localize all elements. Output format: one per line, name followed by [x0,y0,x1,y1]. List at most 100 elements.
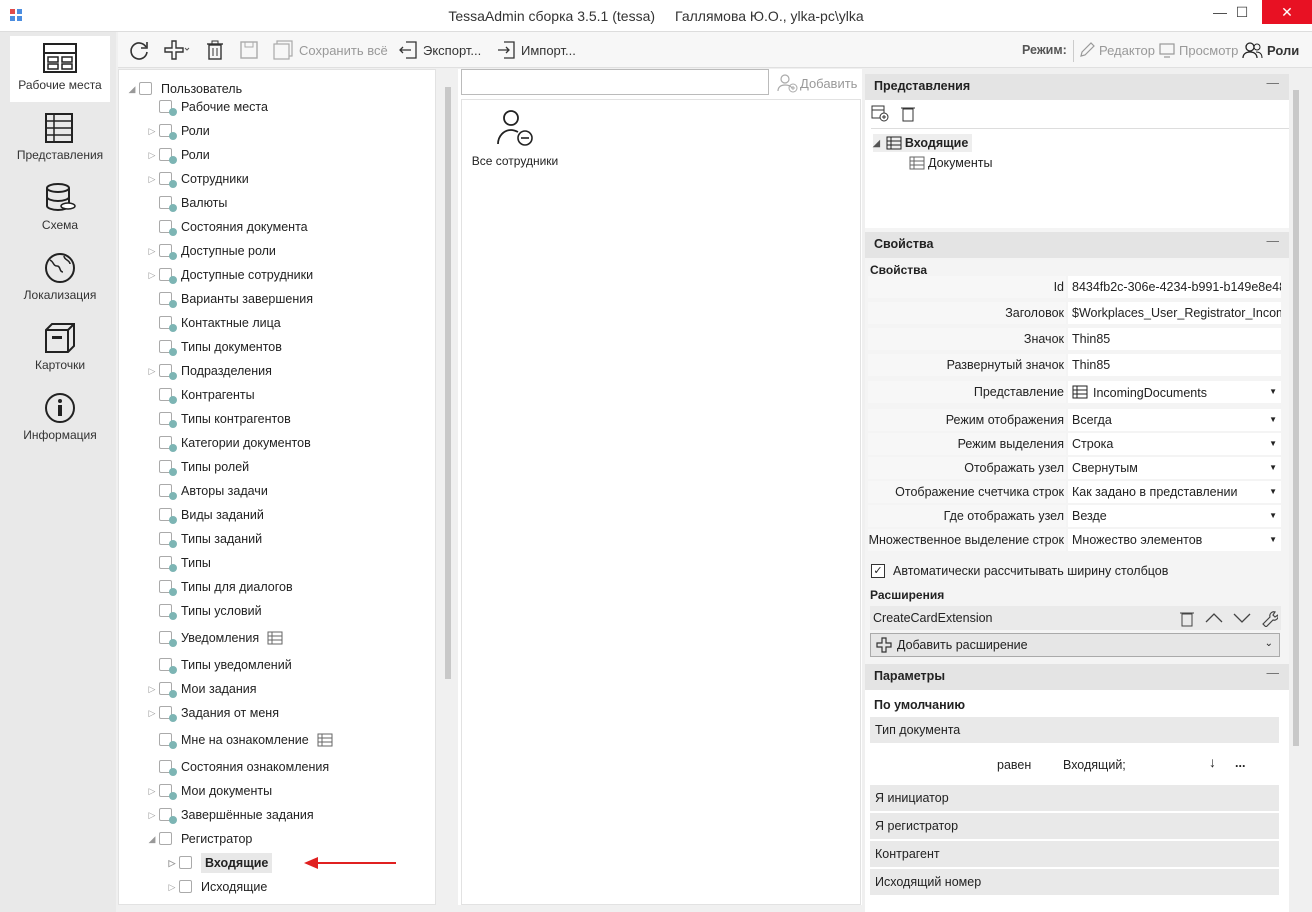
nav-schema[interactable]: Схема [10,176,110,242]
expand-arrow-icon[interactable]: ▷ [167,882,177,893]
property-value[interactable]: Множество элементов ▼ [1068,529,1281,551]
expand-arrow-icon[interactable]: ▷ [147,708,157,719]
dropdown-arrow-icon[interactable]: ▼ [1269,511,1277,520]
props-scrollbar[interactable] [1289,74,1303,912]
tree-item[interactable]: ▷ Завершённые задания [147,804,314,826]
mode-preview-button[interactable]: Просмотр [1158,38,1238,62]
nav-views[interactable]: Представления [10,106,110,172]
nav-workplaces[interactable]: Рабочие места [10,36,110,102]
wrench-icon[interactable] [1260,609,1278,627]
scroll-thumb[interactable] [1293,90,1299,746]
add-extension-dropdown[interactable]: Добавить расширение ⌄ [870,633,1280,657]
more-button[interactable]: ... [1235,756,1245,770]
add-button[interactable] [164,38,193,62]
nav-localization[interactable]: Локализация [10,246,110,312]
expand-arrow-icon[interactable]: ▷ [147,786,157,797]
close-button[interactable]: ✕ [1262,0,1312,24]
tree-item[interactable]: Типы контрагентов [147,408,291,430]
tree-item[interactable]: Типы уведомлений [147,654,292,676]
export-button[interactable]: Экспорт... [398,38,481,62]
move-up-icon[interactable] [1204,611,1224,625]
mode-roles-button[interactable]: Роли [1242,38,1299,62]
scroll-thumb[interactable] [445,87,451,679]
maximize-button[interactable]: ☐ [1222,0,1262,24]
tree-item[interactable]: ▷ Доступные роли [147,240,276,262]
dropdown-arrow-icon[interactable]: ▼ [1269,463,1277,472]
tree-item[interactable]: Типы [147,552,211,574]
tree-item[interactable]: ▷ Входящие [167,852,273,874]
trash-icon[interactable] [1178,609,1196,627]
expand-arrow-icon[interactable]: ▷ [147,270,157,281]
nav-info[interactable]: Информация [10,386,110,452]
tree-item[interactable]: Типы ролей [147,456,249,478]
tree-item[interactable]: Варианты завершения [147,288,313,310]
collapse-icon[interactable]: — [1267,76,1280,90]
param-doc-type[interactable]: Тип документа [870,717,1279,743]
tree-item[interactable]: ▷ Роли [147,144,210,166]
auto-width-checkbox[interactable]: ✓ Автоматически рассчитывать ширину стол… [871,564,1168,578]
tree-item[interactable]: ▷ Сотрудники [147,168,249,190]
save-button[interactable] [238,38,263,62]
views-section-header[interactable]: Представления — [865,74,1289,100]
view-node-documents[interactable]: Документы [909,156,992,170]
tree-item[interactable]: ▷ Мои задания [147,678,257,700]
params-section-header[interactable]: Параметры — [865,664,1289,690]
expand-arrow-icon[interactable]: ◢ [147,834,157,845]
tree-item[interactable]: ◢ Регистратор [147,828,252,850]
checkbox-checked-icon[interactable]: ✓ [871,564,885,578]
tree-item[interactable]: Авторы задачи [147,480,268,502]
tree-item[interactable]: Состояния ознакомления [147,756,329,778]
expand-arrow-icon[interactable]: ▷ [147,684,157,695]
add-view-button[interactable] [871,104,889,125]
property-value[interactable]: Свернутым ▼ [1068,457,1281,479]
tile-all-employees[interactable]: Все сотрудники [470,108,560,168]
extension-row[interactable]: CreateCardExtension [870,606,1281,630]
save-all-button[interactable]: Сохранить всё [272,38,388,62]
expand-arrow-icon[interactable]: ▷ [147,150,157,161]
tree-item[interactable]: ▷ Исходящие [167,876,267,898]
tree-item[interactable]: Контрагенты [147,384,255,406]
expand-arrow-icon[interactable]: ▷ [147,126,157,137]
property-value[interactable]: Как задано в представлении ▼ [1068,481,1281,503]
collapse-icon[interactable]: — [1267,234,1280,248]
delete-view-button[interactable] [899,104,917,125]
tree-item[interactable]: Типы заданий [147,528,262,550]
props-section-header[interactable]: Свойства — [865,232,1289,258]
tree-item[interactable]: Типы для диалогов [147,576,293,598]
expand-arrow-icon[interactable]: ◢ [873,138,880,149]
property-value[interactable]: 8434fb2c-306e-4234-b991-b149e8e48a [1068,276,1281,298]
arrow-down-icon[interactable]: ↓ [1209,754,1216,770]
tree-item[interactable]: ▷ Доступные сотрудники [147,264,313,286]
view-node-incoming[interactable]: ◢ Входящие [873,134,973,152]
tree-item[interactable]: Валюты [147,192,227,214]
tree-scrollbar[interactable] [441,69,455,905]
search-input[interactable] [461,69,769,95]
tree-item[interactable]: ▷ Подразделения [147,360,272,382]
dropdown-arrow-icon[interactable]: ▼ [1269,415,1277,424]
expand-arrow-icon[interactable]: ▷ [147,246,157,257]
param-row[interactable]: Я регистратор [870,813,1279,839]
dropdown-arrow-icon[interactable]: ▼ [1269,387,1277,396]
expand-arrow-icon[interactable]: ▷ [147,174,157,185]
tree-item[interactable]: Контактные лица [147,312,281,334]
refresh-button[interactable] [128,38,153,62]
tree-item[interactable]: Типы условий [147,600,262,622]
property-value[interactable]: Thin85 [1068,354,1281,376]
tree-item[interactable]: ▷ Задания от меня [147,702,279,724]
param-row[interactable]: Исходящий номер [870,869,1279,895]
tree-item[interactable]: Мне на ознакомление [147,729,333,751]
dropdown-arrow-icon[interactable]: ▼ [1269,535,1277,544]
delete-button[interactable] [204,38,229,62]
collapse-icon[interactable]: — [1267,666,1280,680]
expand-arrow-icon[interactable]: ◢ [127,84,137,95]
property-value[interactable]: Строка ▼ [1068,433,1281,455]
mode-editor-button[interactable]: Редактор [1078,38,1155,62]
expand-arrow-icon[interactable]: ▷ [147,810,157,821]
import-button[interactable]: Импорт... [496,38,576,62]
property-value[interactable]: Всегда ▼ [1068,409,1281,431]
dropdown-arrow-icon[interactable]: ▼ [1269,439,1277,448]
tree-item[interactable]: ▷ Роли [147,120,210,142]
add-tile-button[interactable]: Добавить [776,73,857,93]
param-row[interactable]: Контрагент [870,841,1279,867]
dropdown-arrow-icon[interactable]: ▼ [1269,487,1277,496]
